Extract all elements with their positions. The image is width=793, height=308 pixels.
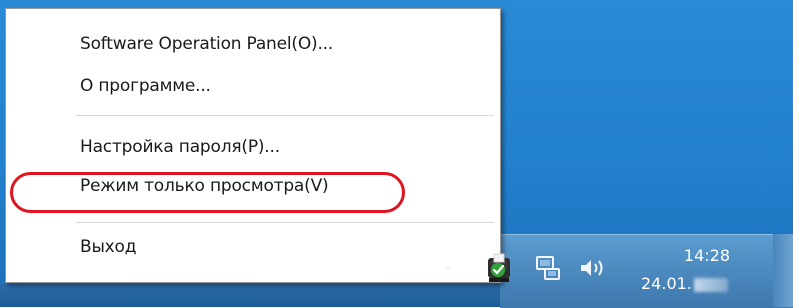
- clock-time[interactable]: 14:28: [650, 246, 730, 265]
- menu-item-about[interactable]: О программе...: [80, 76, 211, 96]
- network-icon[interactable]: [534, 255, 564, 281]
- clock-date[interactable]: 24.01.: [641, 274, 728, 293]
- desktop-lower-strip: [0, 284, 500, 307]
- menu-item-software-operation-panel[interactable]: Software Operation Panel(O)...: [80, 34, 333, 54]
- scanner-icon[interactable]: [484, 248, 518, 286]
- volume-icon[interactable]: [578, 257, 608, 279]
- show-hidden-icons-icon[interactable]: [444, 264, 452, 272]
- clock-date-text: 24.01.: [641, 274, 692, 293]
- menu-separator: [76, 222, 494, 223]
- menu-item-exit[interactable]: Выход: [80, 237, 137, 257]
- show-desktop-button[interactable]: [773, 234, 793, 307]
- tray-context-menu: Software Operation Panel(O)... О програм…: [5, 8, 501, 283]
- menu-item-password-settings[interactable]: Настройка пароля(P)...: [80, 137, 280, 157]
- menu-separator: [76, 115, 494, 116]
- redacted-year-blur: [693, 277, 728, 292]
- menu-item-view-only-mode[interactable]: Режим только просмотра(V): [80, 176, 329, 196]
